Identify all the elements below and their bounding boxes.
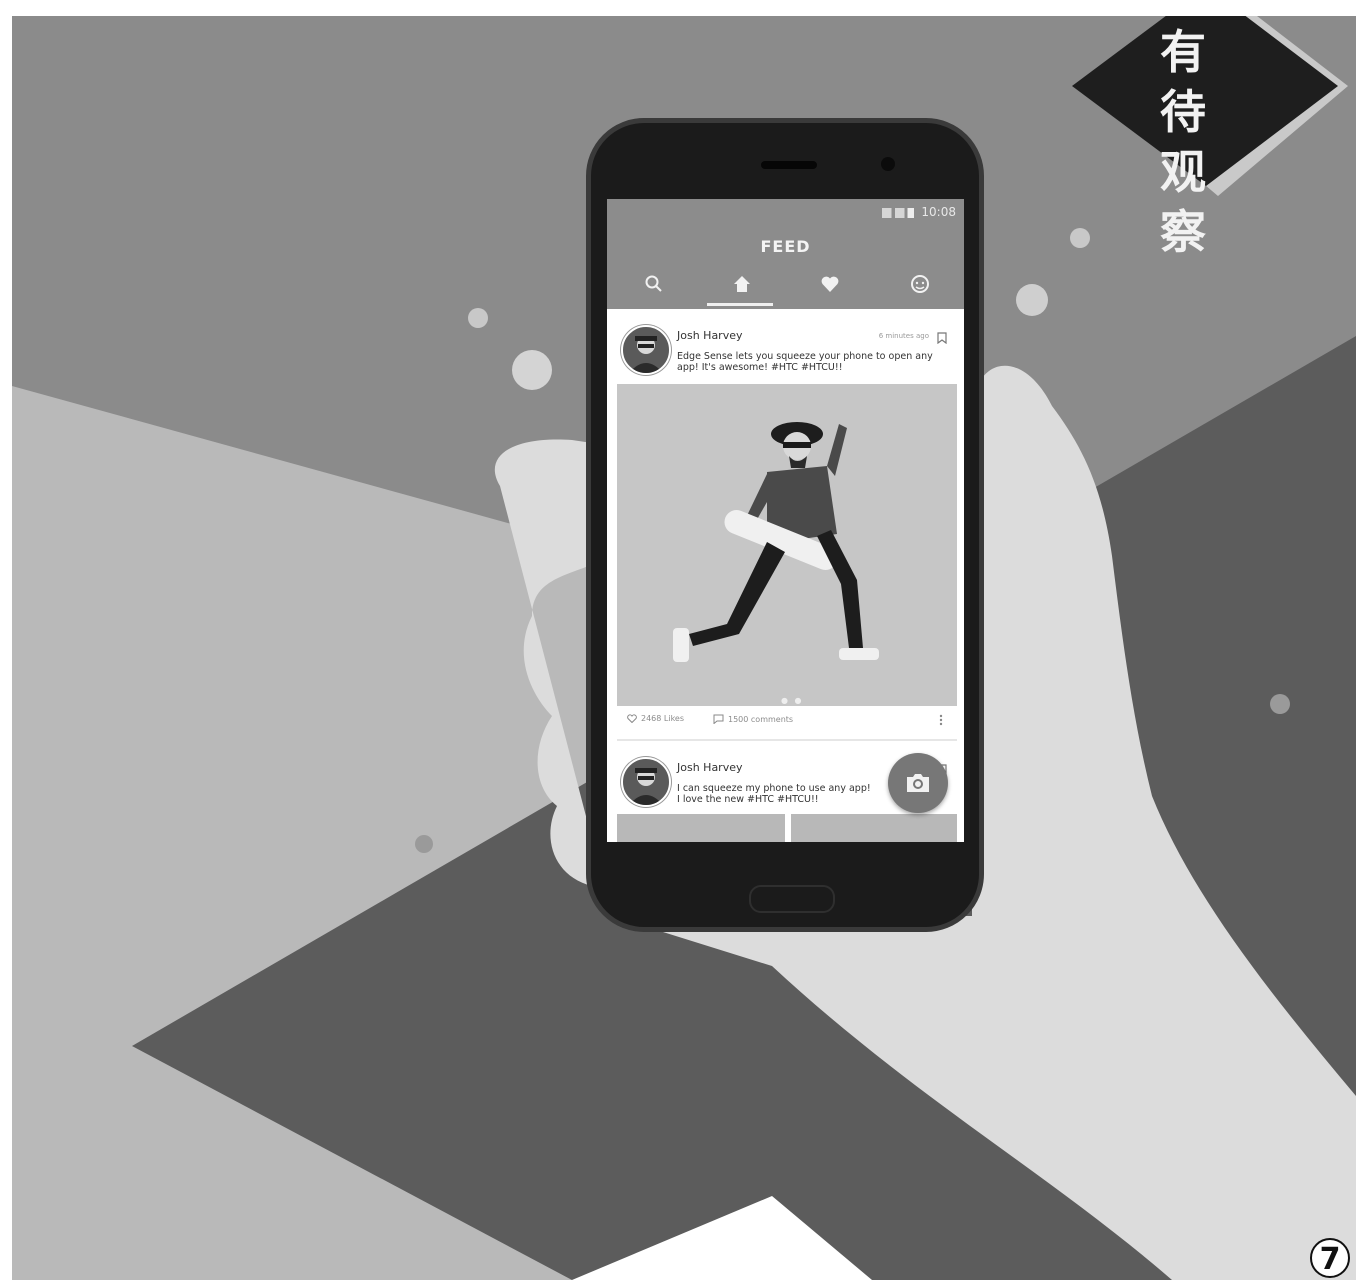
skateboarder-photo <box>617 384 957 706</box>
badge-line-2: 观 察 <box>1160 145 1216 259</box>
post-text: I can squeeze my phone to use any app! I… <box>677 783 887 805</box>
earpiece-speaker <box>761 161 817 169</box>
post-text: Edge Sense lets you squeeze your phone t… <box>677 351 933 373</box>
badge-line-1: 有 待 <box>1160 25 1216 139</box>
post-text-line: I can squeeze my phone to use any app! <box>677 783 871 794</box>
more-vertical-icon <box>939 714 943 726</box>
avatar-image <box>629 336 663 373</box>
front-camera <box>881 157 895 171</box>
tab-home[interactable] <box>729 271 755 297</box>
post-divider <box>617 739 957 741</box>
post-author[interactable]: Josh Harvey <box>677 761 743 774</box>
post-thumbnail[interactable] <box>791 814 957 842</box>
avatar[interactable] <box>621 325 671 375</box>
badge-label: 有 待 观 察 <box>1160 22 1280 262</box>
avatar-image <box>629 768 663 805</box>
post-actions: 2468 Likes 1500 comments <box>627 714 947 728</box>
post-time: 6 minutes ago <box>878 332 929 340</box>
app-header: 10:08 FEED <box>607 199 964 309</box>
post-thumbnail[interactable] <box>617 814 785 842</box>
home-button[interactable] <box>749 885 835 913</box>
phone-device: 10:08 FEED Josh Harvey 6 minutes ago Edg… <box>586 118 984 932</box>
more-options-button[interactable] <box>939 714 943 726</box>
like-button[interactable]: 2468 Likes <box>627 714 684 723</box>
post-header: Josh Harvey 6 minutes ago Edge Sense let… <box>621 325 951 377</box>
heart-icon <box>821 276 839 292</box>
phone-screen: 10:08 FEED Josh Harvey 6 minutes ago Edg… <box>607 199 964 842</box>
home-icon <box>734 276 750 292</box>
post-author[interactable]: Josh Harvey <box>677 329 743 342</box>
comments-button[interactable]: 1500 comments <box>713 714 793 724</box>
search-icon <box>645 275 662 292</box>
camera-icon <box>907 774 929 792</box>
avatar[interactable] <box>621 757 671 807</box>
bookmark-icon <box>937 332 947 345</box>
carousel-dots: ● ● <box>781 696 804 705</box>
camera-button[interactable] <box>888 753 948 813</box>
tab-profile[interactable] <box>907 271 933 297</box>
heart-outline-icon <box>627 714 637 723</box>
comments-count: 1500 comments <box>728 714 794 724</box>
active-tab-indicator <box>707 303 773 306</box>
profile-icon <box>911 275 929 293</box>
post-photo-strip <box>617 814 957 842</box>
comment-icon <box>713 714 724 724</box>
status-time: 10:08 <box>921 205 956 219</box>
tab-search[interactable] <box>641 271 667 297</box>
likes-count: 2468 Likes <box>641 714 685 723</box>
tab-likes[interactable] <box>817 271 843 297</box>
page-title: FEED <box>760 237 811 256</box>
bookmark-button[interactable] <box>937 329 947 348</box>
post-photo[interactable]: ● ● <box>617 384 957 706</box>
post-text-line: I love the new #HTC #HTCU!! <box>677 794 819 805</box>
signal-battery-icon <box>881 207 914 218</box>
page-number: 7 <box>1310 1238 1350 1278</box>
status-bar: 10:08 <box>881 205 956 219</box>
